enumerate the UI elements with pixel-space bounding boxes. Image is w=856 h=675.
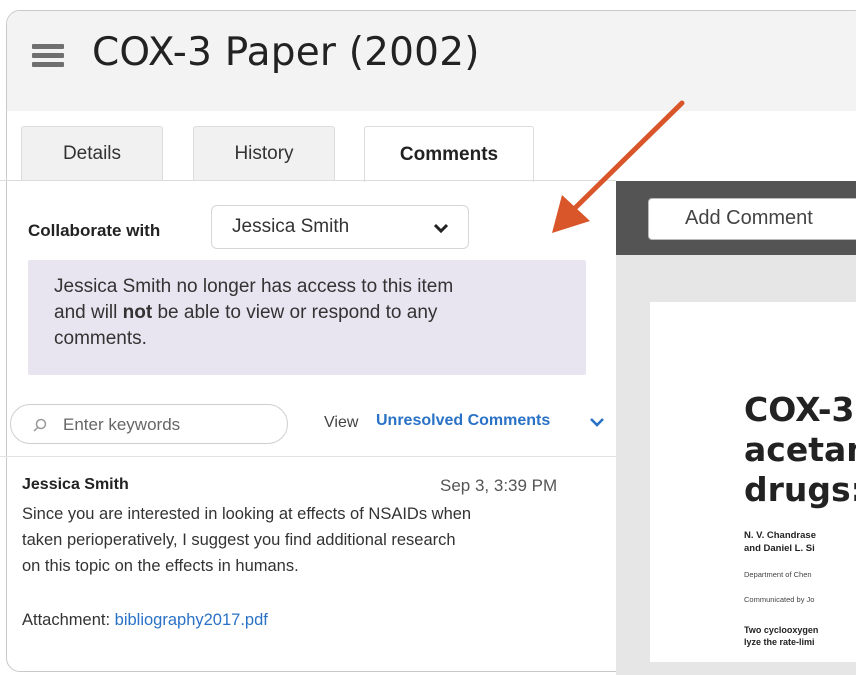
tab-history[interactable]: History xyxy=(193,126,335,180)
notice-line-2: and will not be able to view or respond … xyxy=(54,302,438,323)
paper-authors: N. V. Chandrase and Daniel L. Si xyxy=(744,530,816,554)
view-label: View xyxy=(324,414,359,431)
tab-details[interactable]: Details xyxy=(21,126,163,180)
list-divider xyxy=(0,456,616,457)
collaborator-select-value: Jessica Smith xyxy=(232,216,350,237)
paper-department: Department of Chen xyxy=(744,570,812,579)
search-icon xyxy=(33,418,47,432)
collaborate-label: Collaborate with xyxy=(28,221,161,240)
search-box[interactable] xyxy=(10,404,288,444)
menu-icon[interactable] xyxy=(32,44,64,68)
collaborator-select[interactable]: Jessica Smith xyxy=(211,205,469,249)
document-page: COX-3, acetam drugs: N. V. Chandrase and… xyxy=(650,302,856,662)
access-notice: Jessica Smith no longer has access to th… xyxy=(28,260,586,375)
paper-abstract: Two cyclooxygen lyze the rate-limi xyxy=(744,625,819,647)
attachment-link[interactable]: bibliography2017.pdf xyxy=(115,611,268,629)
tab-divider xyxy=(0,180,616,181)
comment-body: Since you are interested in looking at e… xyxy=(22,505,472,575)
notice-line-3: comments. xyxy=(54,328,147,349)
chevron-down-icon xyxy=(434,223,448,234)
annotation-arrow-icon xyxy=(552,100,685,233)
paper-title: COX-3, acetam drugs: xyxy=(744,390,856,509)
chevron-down-icon[interactable] xyxy=(590,416,604,428)
tab-comments[interactable]: Comments xyxy=(364,126,534,182)
comment-author: Jessica Smith xyxy=(22,476,129,493)
view-filter-select[interactable]: Unresolved Comments xyxy=(376,412,550,430)
paper-communicated: Communicated by Jo xyxy=(744,595,815,604)
comment-timestamp: Sep 3, 3:39 PM xyxy=(440,476,558,495)
comment-attachment: Attachment: bibliography2017.pdf xyxy=(22,611,268,629)
page-title: COX-3 Paper (2002) xyxy=(92,30,480,75)
search-input[interactable] xyxy=(61,411,275,439)
notice-line-1: Jessica Smith no longer has access to th… xyxy=(54,276,454,297)
